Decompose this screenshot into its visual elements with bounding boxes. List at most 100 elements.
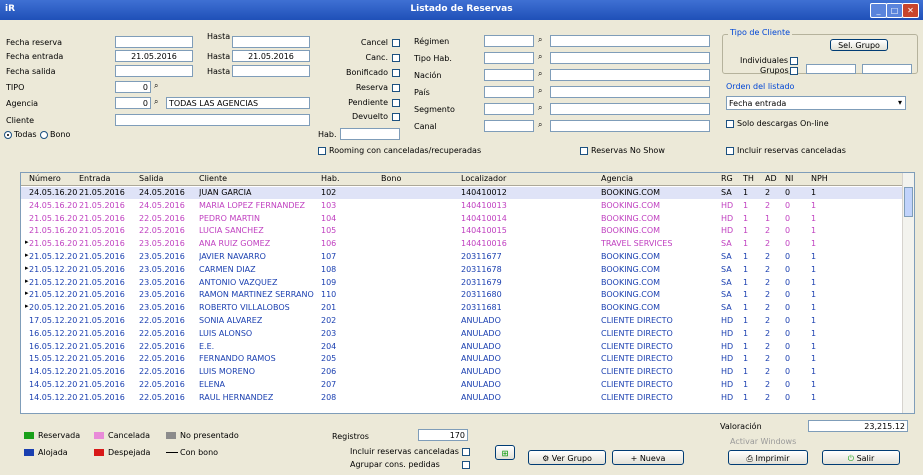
table-row[interactable]: 24.05.16.201621.05.2016 24.05.2016 MARIA L… xyxy=(21,200,904,212)
grupo-field[interactable] xyxy=(806,64,856,74)
table-cell: BOOKING.COM xyxy=(601,277,661,287)
agencia-input[interactable]: 0 xyxy=(115,97,151,109)
hab-input[interactable] xyxy=(340,128,400,140)
canal-search-icon[interactable]: ⌕ xyxy=(538,120,542,130)
table-row[interactable]: 14.05.12.201621.05.2016 22.05.2016 LUIS MO… xyxy=(21,366,904,378)
radio-bono[interactable] xyxy=(40,131,48,139)
check-cancel[interactable] xyxy=(392,39,400,47)
column-header[interactable]: Cliente xyxy=(199,174,227,183)
solo-descargas-check[interactable] xyxy=(726,120,734,128)
totales-label: Valoración xyxy=(720,422,762,431)
table-row[interactable]: 24.05.16.201621.05.2016 24.05.2016 JUAN GA… xyxy=(21,187,904,199)
grupos-check[interactable] xyxy=(790,67,798,75)
radio-todas[interactable] xyxy=(4,131,12,139)
maximize-button[interactable]: □ xyxy=(886,3,903,18)
column-header[interactable]: NI xyxy=(785,174,793,183)
sel-grupo-button[interactable]: Sel. Grupo xyxy=(830,39,888,51)
column-header[interactable]: Número xyxy=(29,174,61,183)
check-reserva[interactable] xyxy=(392,84,400,92)
column-header[interactable]: Hab. xyxy=(321,174,340,183)
check-devuelto[interactable] xyxy=(392,113,400,121)
table-row[interactable]: 14.05.12.201621.05.2016 22.05.2016 RAUL HE… xyxy=(21,392,904,404)
table-row[interactable]: 16.05.12.201621.05.2016 22.05.2016 E.E. 204… xyxy=(21,341,904,353)
column-header[interactable]: RG xyxy=(721,174,733,183)
table-row[interactable]: 16.05.12.201621.05.2016 22.05.2016 LUIS AL… xyxy=(21,328,904,340)
table-cell: 23.05.2016 xyxy=(139,303,185,313)
tipohab-input[interactable] xyxy=(484,52,534,64)
regimen-search-icon[interactable]: ⌕ xyxy=(538,35,542,45)
fecha-salida-to[interactable] xyxy=(232,65,310,77)
grupo-field-2[interactable] xyxy=(862,64,912,74)
table-row[interactable]: ▸20.05.12.201621.05.2016 23.05.2016 ROBERT… xyxy=(21,302,904,314)
fecha-salida-from[interactable] xyxy=(115,65,193,77)
table-row[interactable]: ▸21.05.12.201621.05.2016 23.05.2016 RAMON … xyxy=(21,289,904,301)
table-cell: ANTONIO VAZQUEZ xyxy=(199,277,278,287)
nueva-button[interactable]: + Nueva xyxy=(612,450,684,465)
table-row[interactable]: ▸21.05.16.201621.05.2016 23.05.2016 ANA RU… xyxy=(21,238,904,250)
table-cell: 1 xyxy=(743,380,749,389)
column-header[interactable]: Localizador xyxy=(461,174,506,183)
column-header[interactable]: Entrada xyxy=(79,174,110,183)
salir-button[interactable]: ⏻ Salir xyxy=(822,450,900,465)
cliente-input[interactable] xyxy=(115,114,310,126)
table-cell: HD xyxy=(721,226,734,236)
individuales-check[interactable] xyxy=(790,57,798,65)
column-header[interactable]: Salida xyxy=(139,174,163,183)
pais-label: País xyxy=(414,88,430,97)
nacion-search-icon[interactable]: ⌕ xyxy=(538,69,542,79)
fecha-reserva-from[interactable] xyxy=(115,36,193,48)
canal-name xyxy=(550,120,710,132)
segmento-search-icon[interactable]: ⌕ xyxy=(538,103,542,113)
table-row[interactable]: 15.05.12.201621.05.2016 22.05.2016 FERNAND… xyxy=(21,353,904,365)
scroll-thumb[interactable] xyxy=(904,187,913,217)
vertical-scrollbar[interactable] xyxy=(902,173,914,413)
table-cell: 2 xyxy=(765,303,771,313)
check-bonificado[interactable] xyxy=(392,69,400,77)
table-row[interactable]: 21.05.16.201621.05.2016 22.05.2016 PEDRO M… xyxy=(21,213,904,225)
table-row[interactable]: 17.05.12.201621.05.2016 22.05.2016 SONIA A… xyxy=(21,315,904,327)
chevron-down-icon[interactable]: ▾ xyxy=(898,98,902,107)
table-cell: 207 xyxy=(321,380,337,389)
canal-input[interactable] xyxy=(484,120,534,132)
incluir-canceladas-check[interactable] xyxy=(726,147,734,155)
table-row[interactable]: ▸21.05.12.201621.05.2016 23.05.2016 CARMEN… xyxy=(21,264,904,276)
table-row[interactable]: ▸21.05.12.201621.05.2016 23.05.2016 ANTONI… xyxy=(21,277,904,289)
column-header[interactable]: Agencia xyxy=(601,174,633,183)
agencia-search-icon[interactable]: ⌕ xyxy=(154,97,158,107)
table-row[interactable]: ▸21.05.12.201621.05.2016 23.05.2016 JAVIER… xyxy=(21,251,904,263)
segmento-input[interactable] xyxy=(484,103,534,115)
tipo-input[interactable]: 0 xyxy=(115,81,151,93)
ver-grupo-button[interactable]: ⚙ Ver Grupo xyxy=(528,450,606,465)
pais-input[interactable] xyxy=(484,86,534,98)
tipohab-search-icon[interactable]: ⌕ xyxy=(538,52,542,62)
column-header[interactable]: Bono xyxy=(381,174,401,183)
column-header[interactable]: NPH xyxy=(811,174,828,183)
agrupar-check[interactable] xyxy=(462,448,470,456)
activate-windows-text: Activar Windows xyxy=(730,437,797,446)
check-pendiente[interactable] xyxy=(392,99,400,107)
table-cell: 2 xyxy=(765,341,771,351)
column-header[interactable]: AD xyxy=(765,174,777,183)
table-cell: 14.05.12.2016 xyxy=(29,392,77,402)
excel-icon[interactable]: ⊞ xyxy=(495,445,515,460)
table-cell: 208 xyxy=(321,392,337,402)
fecha-entrada-from[interactable]: 21.05.2016 xyxy=(115,50,193,62)
minimize-button[interactable]: _ xyxy=(870,3,887,18)
table-row[interactable]: 21.05.16.201621.05.2016 22.05.2016 LUCIA S… xyxy=(21,225,904,237)
fecha-reserva-to[interactable] xyxy=(232,36,310,48)
no-show-check[interactable] xyxy=(580,147,588,155)
rooming-check[interactable] xyxy=(318,147,326,155)
pais-search-icon[interactable]: ⌕ xyxy=(538,86,542,96)
table-row[interactable]: 14.05.12.201621.05.201622.05.2016ELENA20… xyxy=(21,379,904,391)
check-canc[interactable] xyxy=(392,54,400,62)
regimen-input[interactable] xyxy=(484,35,534,47)
orden-select[interactable]: Fecha entrada xyxy=(726,96,906,110)
grupos-cons-check[interactable] xyxy=(462,461,470,469)
imprimir-button[interactable]: ⎙ Imprimir xyxy=(728,450,808,465)
close-button[interactable]: ✕ xyxy=(902,3,919,18)
nacion-input[interactable] xyxy=(484,69,534,81)
fecha-entrada-to[interactable]: 21.05.2016 xyxy=(232,50,310,62)
table-cell: FERNANDO RAMOS xyxy=(199,354,276,364)
tipo-search-icon[interactable]: ⌕ xyxy=(154,81,158,91)
column-header[interactable]: TH xyxy=(743,174,754,183)
